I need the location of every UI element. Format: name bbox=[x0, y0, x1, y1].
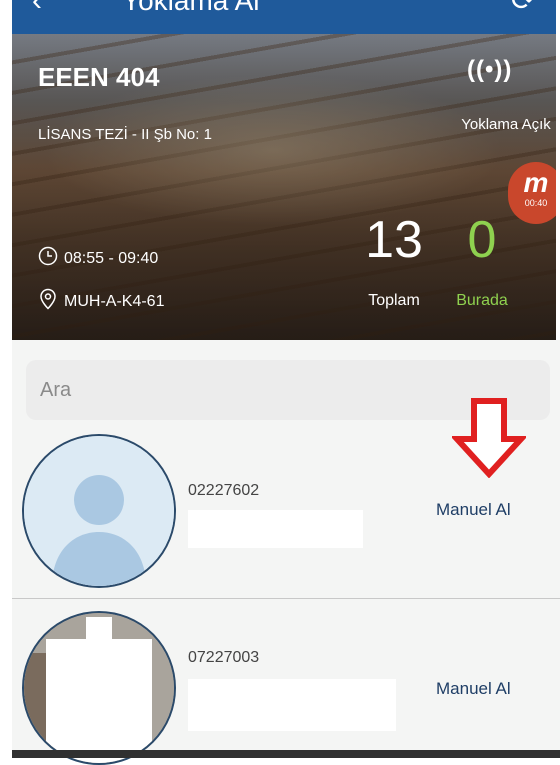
default-avatar-icon bbox=[22, 434, 176, 588]
class-room-text: MUH-A-K4-61 bbox=[64, 292, 165, 310]
left-margin bbox=[0, 0, 12, 758]
total-label: Toplam bbox=[368, 292, 420, 309]
student-id: 02227602 bbox=[188, 482, 260, 499]
attendance-status: Yoklama Açık bbox=[461, 116, 551, 133]
refresh-icon[interactable]: ⟳ bbox=[511, 0, 536, 16]
student-id: 07227003 bbox=[188, 649, 260, 666]
redacted-name bbox=[188, 679, 396, 731]
student-photo bbox=[22, 611, 176, 765]
present-label: Burada bbox=[456, 292, 508, 309]
right-margin bbox=[556, 0, 560, 340]
clock-icon bbox=[38, 246, 58, 271]
redacted-name bbox=[188, 510, 363, 548]
broadcast-icon: ((•)) bbox=[467, 56, 513, 83]
manual-attendance-button[interactable]: Manuel Al bbox=[436, 679, 511, 699]
badge-time: 00:40 bbox=[524, 198, 548, 208]
manual-attendance-button[interactable]: Manuel Al bbox=[436, 500, 511, 520]
course-header: EEEN 404 LİSANS TEZİ - II Şb No: 1 ((•))… bbox=[12, 34, 556, 340]
course-section: LİSANS TEZİ - II Şb No: 1 bbox=[38, 126, 212, 143]
class-room: MUH-A-K4-61 bbox=[38, 288, 164, 315]
student-row: 07227003 Manuel Al bbox=[12, 599, 560, 765]
course-code: EEEN 404 bbox=[38, 62, 160, 92]
present-count: 0 bbox=[467, 211, 497, 269]
top-nav-bar: ‹ Yoklama Al ⟳ bbox=[12, 0, 556, 34]
location-pin-icon bbox=[38, 288, 58, 315]
bottom-edge-bar bbox=[12, 750, 560, 758]
total-count: 13 bbox=[365, 211, 423, 269]
nav-title: Yoklama Al bbox=[122, 0, 260, 16]
class-time-text: 08:55 - 09:40 bbox=[64, 249, 159, 267]
class-time: 08:55 - 09:40 bbox=[38, 246, 158, 271]
badge-logo: m bbox=[523, 167, 549, 198]
down-arrow-icon bbox=[452, 398, 526, 478]
back-arrow-icon[interactable]: ‹ bbox=[32, 0, 42, 16]
